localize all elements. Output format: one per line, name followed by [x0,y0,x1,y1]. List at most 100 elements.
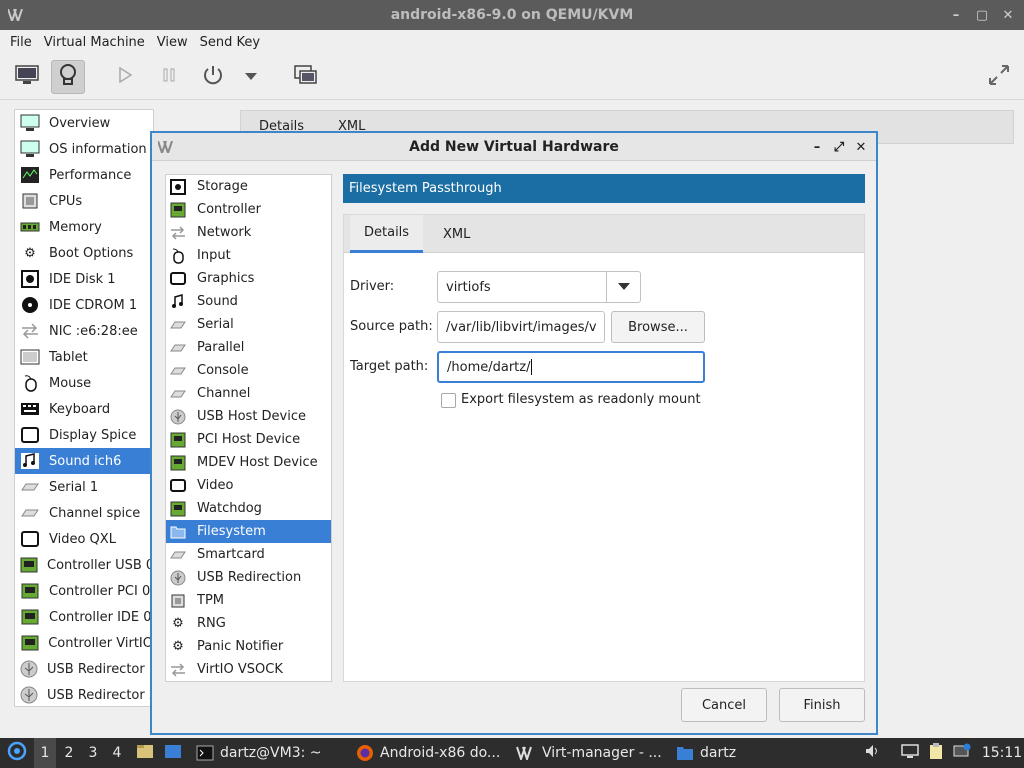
hw-item-label: Controller IDE 0 [49,609,152,625]
start-menu-button[interactable] [4,738,30,768]
dialog-maximize-button[interactable]: ⤢ [830,137,848,157]
device-controller[interactable]: Controller [166,198,331,221]
console-button[interactable] [10,60,44,94]
target-path-input[interactable]: /home/dartz/ [437,351,705,383]
hw-item-performance[interactable]: Performance [15,162,153,188]
run-button[interactable] [108,60,142,94]
network-tray-button[interactable] [952,738,972,768]
hw-item-ide-cdrom-1[interactable]: IDE CDROM 1 [15,292,153,318]
device-usb-host[interactable]: USB Host Device [166,405,331,428]
device-filesystem[interactable]: Filesystem [166,520,331,543]
hw-item-sound-ich6[interactable]: Sound ich6 [15,448,153,474]
hw-item-usb-redirector-2[interactable]: USB Redirector 2 [15,682,153,706]
task-files[interactable]: dartz [672,738,822,768]
device-network[interactable]: Network [166,221,331,244]
hw-item-video-qxl[interactable]: Video QXL [15,526,153,552]
browse-button[interactable]: Browse... [611,311,705,343]
hardware-list[interactable]: Overview OS information Performance CPUs… [14,109,154,707]
hw-item-label: Memory [49,219,102,235]
device-input[interactable]: Input [166,244,331,267]
task-virt-manager[interactable]: Virt-manager - ... [512,738,667,768]
menu-file[interactable]: File [4,35,38,50]
hw-item-tablet[interactable]: Tablet [15,344,153,370]
hw-item-usb-redirector-1[interactable]: USB Redirector 1 [15,656,153,682]
snapshots-button[interactable] [289,60,323,94]
device-watchdog[interactable]: Watchdog [166,497,331,520]
serial-icon [169,339,187,357]
hw-item-channel-spice[interactable]: Channel spice [15,500,153,526]
device-mdev-host[interactable]: MDEV Host Device [166,451,331,474]
hw-item-keyboard[interactable]: Keyboard [15,396,153,422]
device-sound[interactable]: Sound [166,290,331,313]
device-type-list[interactable]: Storage Controller Network Input Graphic… [165,174,332,682]
hw-item-cpus[interactable]: CPUs [15,188,153,214]
device-panic-notifier[interactable]: ⚙ Panic Notifier [166,635,331,658]
workspace-3[interactable]: 3 [82,738,104,768]
pause-button[interactable] [152,60,186,94]
device-usb-redirection[interactable]: USB Redirection [166,566,331,589]
hw-item-mouse[interactable]: Mouse [15,370,153,396]
shutdown-button[interactable] [196,60,230,94]
device-parallel[interactable]: Parallel [166,336,331,359]
hw-item-boot-options[interactable]: ⚙ Boot Options [15,240,153,266]
clock[interactable]: 15:11 [982,738,1022,768]
dialog-minimize-button[interactable]: – [808,137,826,157]
readonly-label[interactable]: Export filesystem as readonly mount [461,392,701,407]
fullscreen-button[interactable] [982,60,1016,94]
device-serial[interactable]: Serial [166,313,331,336]
hw-item-serial-1[interactable]: Serial 1 [15,474,153,500]
task-firefox[interactable]: Android-x86 do... [352,738,507,768]
clipboard-tray-button[interactable] [926,738,946,768]
close-button[interactable]: ✕ [998,5,1018,25]
display-tray-button[interactable] [900,738,920,768]
launcher-desktop[interactable] [162,738,184,768]
device-label: MDEV Host Device [197,455,318,470]
workspace-4[interactable]: 4 [106,738,128,768]
disk-icon [19,269,41,289]
device-video[interactable]: Video [166,474,331,497]
finish-button[interactable]: Finish [779,688,865,722]
device-storage[interactable]: Storage [166,175,331,198]
task-terminal[interactable]: dartz@VM3: ~ [192,738,344,768]
volume-icon [864,743,880,763]
dialog-tab-xml[interactable]: XML [429,215,484,253]
launcher-files[interactable] [134,738,156,768]
hw-item-ide-disk-1[interactable]: IDE Disk 1 [15,266,153,292]
maximize-button[interactable]: ▢ [972,5,992,25]
source-path-input[interactable]: /var/lib/libvirt/images/v [437,311,605,343]
driver-select[interactable]: virtiofs [437,271,641,303]
workspace-1[interactable]: 1 [34,738,56,768]
hw-item-controller-usb[interactable]: Controller USB 0 [15,552,153,578]
dialog-tab-details[interactable]: Details [350,215,424,253]
device-smartcard[interactable]: Smartcard [166,543,331,566]
hw-item-overview[interactable]: Overview [15,110,153,136]
device-virtio-vsock[interactable]: VirtIO VSOCK [166,658,331,681]
device-console[interactable]: Console [166,359,331,382]
shutdown-menu-button[interactable] [236,60,266,94]
hw-item-display-spice[interactable]: Display Spice [15,422,153,448]
cancel-button[interactable]: Cancel [681,688,767,722]
dialog-close-button[interactable]: ✕ [852,137,870,157]
device-pci-host[interactable]: PCI Host Device [166,428,331,451]
readonly-checkbox[interactable] [441,393,456,408]
hw-item-nic[interactable]: NIC :e6:28:ee [15,318,153,344]
hw-item-controller-ide[interactable]: Controller IDE 0 [15,604,153,630]
hw-item-controller-pci[interactable]: Controller PCI 0 [15,578,153,604]
volume-button[interactable] [862,738,882,768]
hw-item-os-information[interactable]: OS information [15,136,153,162]
device-rng[interactable]: ⚙ RNG [166,612,331,635]
menu-send-key[interactable]: Send Key [194,35,266,50]
device-label: Channel [197,386,251,401]
menu-virtual-machine[interactable]: Virtual Machine [38,35,151,50]
details-button[interactable] [51,60,85,94]
device-channel[interactable]: Channel [166,382,331,405]
hw-item-label: USB Redirector 1 [47,661,154,677]
device-tpm[interactable]: TPM [166,589,331,612]
workspace-2[interactable]: 2 [58,738,80,768]
hw-item-controller-virtio[interactable]: Controller VirtIO [15,630,153,656]
device-graphics[interactable]: Graphics [166,267,331,290]
menu-view[interactable]: View [151,35,194,50]
minimize-button[interactable]: – [946,5,966,25]
hw-item-memory[interactable]: Memory [15,214,153,240]
dialog-title: Add New Virtual Hardware [409,138,619,155]
